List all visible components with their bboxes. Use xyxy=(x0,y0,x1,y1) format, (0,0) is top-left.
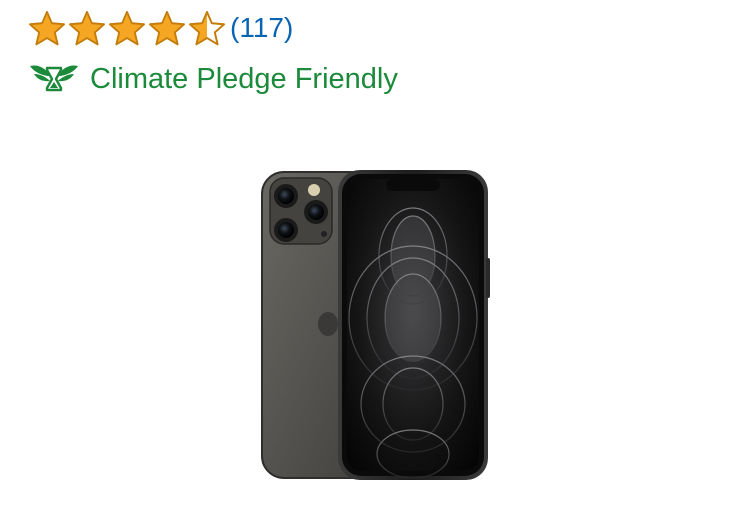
star-full-icon xyxy=(28,10,66,46)
phone-product-image[interactable] xyxy=(258,168,494,484)
climate-pledge-label[interactable]: Climate Pledge Friendly xyxy=(90,58,398,100)
star-half-icon xyxy=(188,10,226,46)
star-full-icon xyxy=(68,10,106,46)
star-full-icon xyxy=(148,10,186,46)
star-full-icon xyxy=(108,10,146,46)
climate-pledge-leaf-icon xyxy=(28,60,80,98)
review-count-link[interactable]: (117) xyxy=(230,8,293,48)
star-rating[interactable] xyxy=(28,10,226,46)
product-summary: (117) Climate Pledge Friendly xyxy=(0,0,750,527)
rating-row[interactable]: (117) xyxy=(28,8,293,48)
climate-pledge-badge[interactable]: Climate Pledge Friendly xyxy=(28,58,398,100)
